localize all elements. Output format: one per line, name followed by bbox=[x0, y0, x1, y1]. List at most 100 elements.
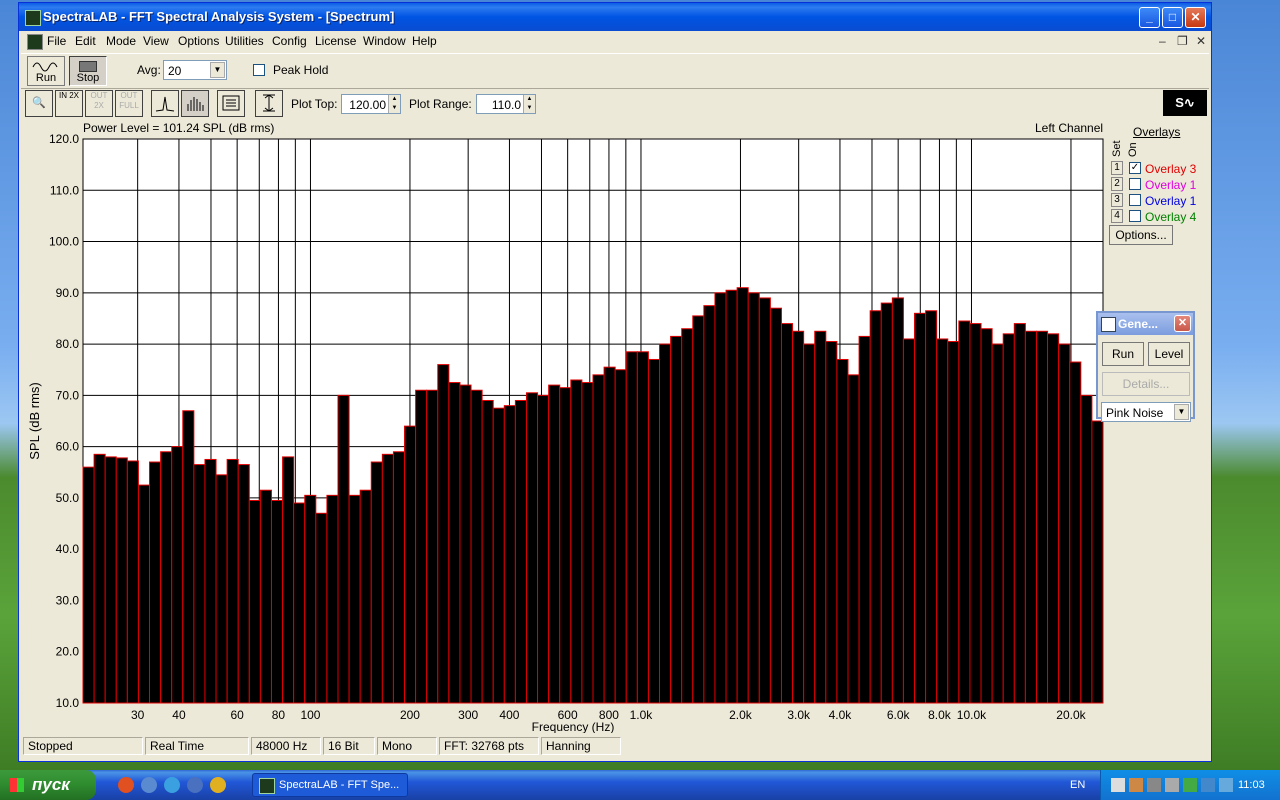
stop-button[interactable]: Stop bbox=[69, 56, 107, 86]
overlay-on-checkbox[interactable] bbox=[1129, 210, 1141, 222]
plot-range-input[interactable]: 110.0 ▲ ▼ bbox=[476, 94, 536, 114]
document-icon[interactable] bbox=[27, 34, 43, 50]
taskbar: пуск SpectraLAB - FFT Spe... EN 11:03 bbox=[0, 770, 1280, 800]
child-restore-button[interactable]: ❐ bbox=[1177, 34, 1188, 48]
spectrum-bar bbox=[370, 461, 383, 704]
spectrum-bar bbox=[947, 341, 960, 704]
spectrum-bar bbox=[171, 446, 184, 704]
spectrum-bar bbox=[304, 494, 317, 704]
spectrum-bar bbox=[592, 374, 605, 704]
x-tick-label: 3.0k bbox=[787, 708, 811, 722]
overlay-set-button[interactable]: 3 bbox=[1111, 193, 1123, 207]
run-button[interactable]: Run bbox=[27, 56, 65, 86]
spectrum-bar bbox=[814, 330, 827, 704]
internet-explorer-icon[interactable] bbox=[164, 777, 180, 793]
menu-view[interactable]: View bbox=[143, 34, 169, 48]
chevron-down-icon[interactable]: ▼ bbox=[210, 62, 225, 78]
minimize-button[interactable]: _ bbox=[1139, 7, 1160, 28]
outlook-icon[interactable] bbox=[187, 777, 203, 793]
spectrum-bar bbox=[647, 358, 661, 704]
overlay-on-checkbox[interactable] bbox=[1129, 178, 1141, 190]
line-plot-button[interactable] bbox=[151, 90, 179, 117]
menu-file[interactable]: File bbox=[47, 34, 66, 48]
menu-edit[interactable]: Edit bbox=[75, 34, 96, 48]
network-icon[interactable] bbox=[1111, 778, 1125, 792]
child-minimize-button[interactable]: – bbox=[1159, 34, 1166, 48]
overlay-options-button[interactable]: Options... bbox=[1109, 225, 1173, 245]
taskbar-spectralab-button[interactable]: SpectraLAB - FFT Spe... bbox=[252, 773, 408, 797]
generator-icon bbox=[1101, 317, 1116, 332]
generator-details-button[interactable]: Details... bbox=[1102, 372, 1190, 396]
menu-mode[interactable]: Mode bbox=[106, 34, 136, 48]
zoom-out-2x-button[interactable]: OUT 2X bbox=[85, 90, 113, 117]
spectrum-bar bbox=[548, 384, 561, 704]
overlay-set-button[interactable]: 1 bbox=[1111, 161, 1123, 175]
update-icon[interactable] bbox=[1183, 778, 1197, 792]
avg-select[interactable]: 20 ▼ bbox=[163, 60, 227, 80]
spectrum-bar bbox=[780, 323, 794, 704]
zoom-button[interactable]: 🔍 bbox=[25, 90, 53, 117]
menu-options[interactable]: Options bbox=[178, 34, 219, 48]
spectrum-bar bbox=[226, 458, 239, 704]
close-button[interactable]: ✕ bbox=[1185, 7, 1206, 28]
bar-plot-button[interactable] bbox=[181, 90, 209, 117]
spin-arrows-icon[interactable]: ▲ ▼ bbox=[388, 95, 400, 113]
menu-utilities[interactable]: Utilities bbox=[225, 34, 264, 48]
generator-level-button[interactable]: Level bbox=[1148, 342, 1190, 366]
overlay-set-button[interactable]: 4 bbox=[1111, 209, 1123, 223]
generator-run-button[interactable]: Run bbox=[1102, 342, 1144, 366]
spectrum-bar bbox=[359, 489, 372, 704]
keyboard-icon[interactable] bbox=[1219, 778, 1233, 792]
spectrum-bar bbox=[825, 341, 838, 704]
spectrum-bar bbox=[570, 379, 583, 704]
autoscale-button[interactable] bbox=[255, 90, 283, 117]
generator-signal-select[interactable]: Pink Noise ▼ bbox=[1101, 402, 1191, 422]
peak-hold-checkbox[interactable] bbox=[253, 64, 265, 76]
table-button[interactable] bbox=[217, 90, 245, 117]
menu-config[interactable]: Config bbox=[272, 34, 307, 48]
x-tick-label: 40 bbox=[172, 708, 186, 722]
zoom-in-2x-button[interactable]: IN 2X bbox=[55, 90, 83, 117]
spectrum-chart[interactable]: 120.0 110.0 100.0 90.0 80.0 70.0 60.0 50.0 40.0 3… bbox=[21, 119, 1107, 733]
menu-window[interactable]: Window bbox=[363, 34, 406, 48]
maximize-button[interactable]: □ bbox=[1162, 7, 1183, 28]
x-tick-label: 400 bbox=[499, 708, 519, 722]
firefox-icon[interactable] bbox=[118, 777, 134, 793]
y-tick-label: 90.0 bbox=[56, 286, 80, 300]
plot-top-input[interactable]: 120.00 ▲ ▼ bbox=[341, 94, 401, 114]
overlays-title[interactable]: Overlays bbox=[1133, 125, 1180, 139]
zoom-out-full-button[interactable]: OUT FULL bbox=[115, 90, 143, 117]
safely-remove-icon[interactable] bbox=[1147, 778, 1161, 792]
app-icon[interactable] bbox=[25, 10, 41, 26]
generator-close-button[interactable]: ✕ bbox=[1174, 315, 1191, 332]
title-bar[interactable]: SpectraLAB - FFT Spectral Analysis Syste… bbox=[19, 3, 1211, 31]
spectrum-bar bbox=[836, 358, 849, 704]
spectrum-bar bbox=[348, 494, 361, 704]
zoom-in-2x-icon: IN 2X bbox=[58, 91, 79, 100]
menu-help[interactable]: Help bbox=[412, 34, 437, 48]
monitor-icon[interactable] bbox=[1201, 778, 1215, 792]
menu-license[interactable]: License bbox=[315, 34, 356, 48]
spectrum-bar bbox=[126, 460, 139, 704]
generator-title-bar[interactable]: Gene... ✕ bbox=[1098, 313, 1193, 335]
spin-arrows-icon[interactable]: ▲ ▼ bbox=[523, 95, 535, 113]
media-player-icon[interactable] bbox=[210, 777, 226, 793]
language-indicator[interactable]: EN bbox=[1070, 779, 1085, 791]
media-icon[interactable] bbox=[141, 777, 157, 793]
child-close-button[interactable]: ✕ bbox=[1196, 34, 1206, 48]
spectrum-bar bbox=[1091, 420, 1104, 704]
start-button[interactable]: пуск bbox=[0, 770, 96, 800]
spectrum-bar bbox=[736, 287, 749, 704]
overlay-set-button[interactable]: 2 bbox=[1111, 177, 1123, 191]
spectrum-bar bbox=[481, 399, 494, 704]
overlay-on-checkbox[interactable]: ✓ bbox=[1129, 162, 1141, 174]
overlay-row: 2 Overlay 1 bbox=[1109, 177, 1209, 193]
spectrum-bar bbox=[880, 302, 893, 704]
signal-generator-logo-icon[interactable]: S∿ bbox=[1163, 90, 1207, 116]
chevron-down-icon[interactable]: ▼ bbox=[1174, 404, 1189, 420]
spectrum-bar bbox=[714, 292, 727, 704]
volume-icon[interactable] bbox=[1129, 778, 1143, 792]
settings-icon[interactable] bbox=[1165, 778, 1179, 792]
overlay-on-checkbox[interactable] bbox=[1129, 194, 1141, 206]
spectrum-bar bbox=[803, 343, 816, 704]
